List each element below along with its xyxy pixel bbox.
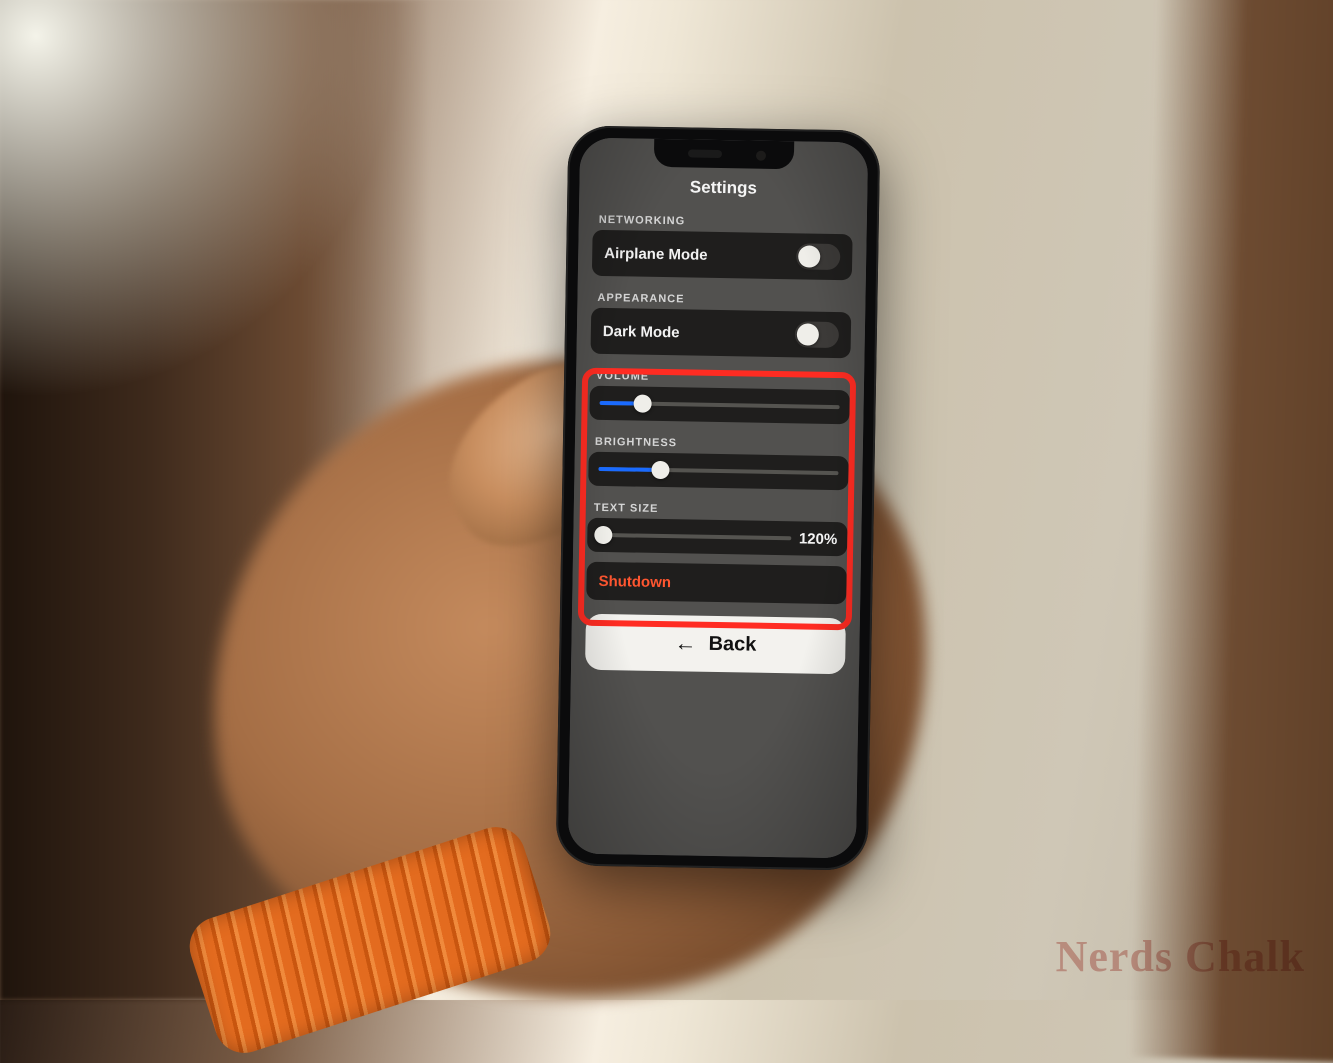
- textsize-slider-thumb[interactable]: [594, 526, 612, 544]
- dark-mode-toggle[interactable]: [795, 321, 839, 348]
- airplane-mode-toggle[interactable]: [796, 243, 840, 270]
- brightness-slider-thumb[interactable]: [652, 461, 670, 479]
- back-button-label: Back: [708, 632, 756, 656]
- phone-frame: Settings NETWORKING Airplane Mode APPEAR…: [556, 125, 881, 870]
- section-header-appearance: APPEARANCE: [597, 292, 851, 308]
- airplane-mode-row[interactable]: Airplane Mode: [592, 230, 853, 281]
- brightness-slider-track[interactable]: [598, 467, 838, 475]
- toggle-knob: [798, 245, 820, 267]
- volume-slider-thumb[interactable]: [634, 395, 652, 413]
- textsize-slider-track[interactable]: [597, 533, 791, 540]
- dark-mode-row[interactable]: Dark Mode: [590, 308, 851, 359]
- textsize-value-label: 120%: [799, 530, 838, 548]
- section-header-volume: VOLUME: [596, 370, 850, 386]
- settings-screen: Settings NETWORKING Airplane Mode APPEAR…: [568, 138, 868, 859]
- arrow-left-icon: ←: [674, 630, 696, 656]
- volume-slider-row[interactable]: [589, 386, 850, 425]
- dark-mode-label: Dark Mode: [603, 322, 680, 340]
- section-header-brightness: BRIGHTNESS: [595, 436, 849, 452]
- textsize-slider-row[interactable]: 120%: [587, 518, 848, 557]
- background-curtain-right: [1129, 0, 1333, 1063]
- section-header-networking: NETWORKING: [599, 214, 853, 230]
- watermark: Nerds Chalk: [1056, 931, 1305, 982]
- background-light: [0, 0, 400, 400]
- brightness-slider-row[interactable]: [588, 452, 849, 491]
- phone-notch: [654, 139, 794, 169]
- shutdown-label: Shutdown: [598, 572, 671, 590]
- section-header-textsize: TEXT SIZE: [594, 502, 848, 518]
- back-button[interactable]: ← Back: [585, 614, 846, 675]
- toggle-knob: [797, 323, 819, 345]
- shutdown-row[interactable]: Shutdown: [586, 562, 847, 605]
- phone-screen: Settings NETWORKING Airplane Mode APPEAR…: [568, 138, 868, 859]
- page-title: Settings: [593, 176, 853, 201]
- volume-slider-track[interactable]: [600, 401, 840, 409]
- airplane-mode-label: Airplane Mode: [604, 244, 708, 263]
